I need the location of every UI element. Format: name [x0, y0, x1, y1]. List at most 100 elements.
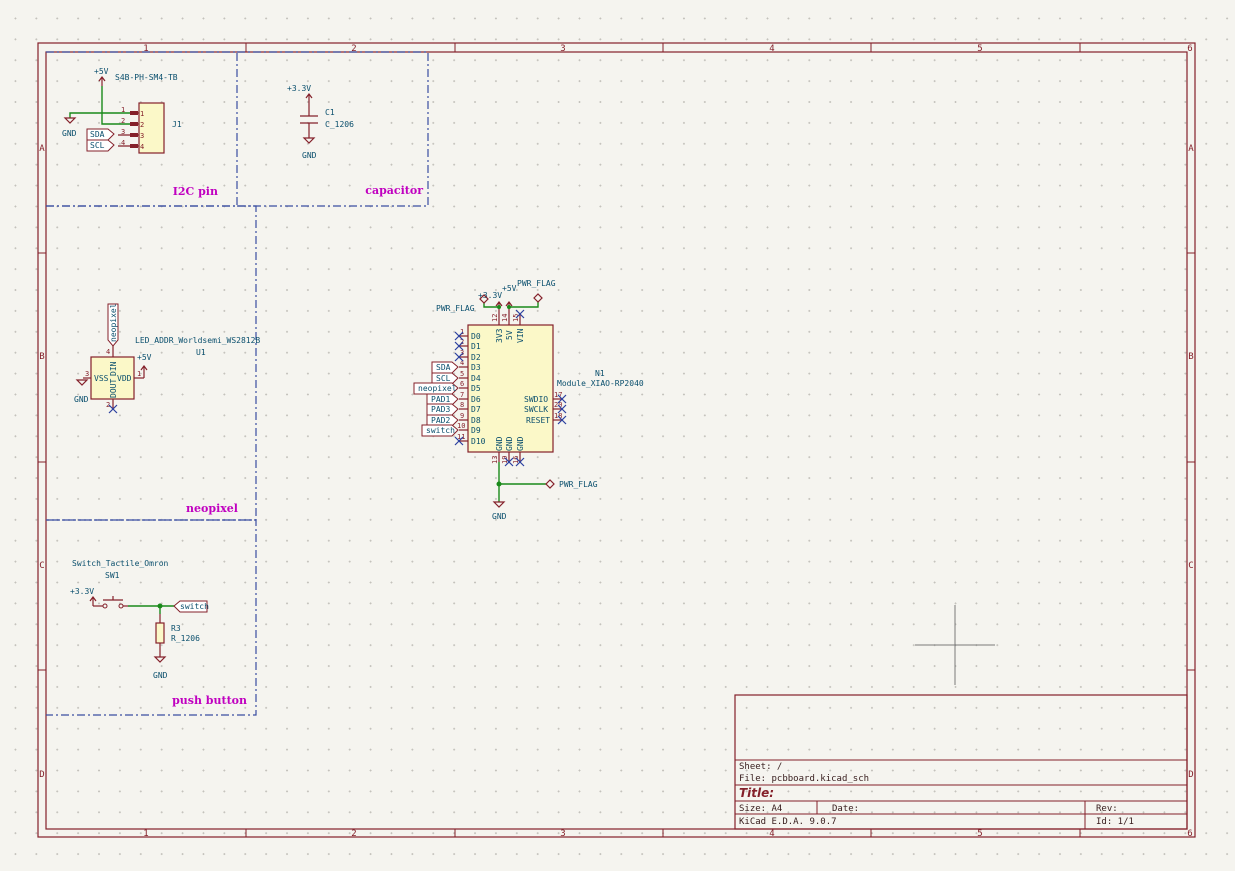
c1-power-label: +3.3V: [287, 84, 311, 93]
wire-j1-5v[interactable]: [101, 86, 130, 125]
svg-text:switch: switch: [180, 602, 209, 611]
power-3v3-n1[interactable]: +3.3V: [478, 291, 503, 314]
gnd-symbol-n1: [492, 501, 506, 508]
n1-pin-12: 12: [491, 314, 499, 322]
j1-pad-1: 1: [140, 110, 144, 118]
j1-pin-2: 2: [121, 117, 125, 125]
power-5v-n1[interactable]: +5V: [502, 284, 517, 314]
j1-pin-1: 1: [121, 106, 125, 114]
u1-value: LED_ADDR_Worldsemi_WS2812B: [135, 336, 260, 345]
connector-j1[interactable]: S4B-PH-SM4-TB J1 +5V GND 1 2 3 4 1 2 3 4…: [62, 67, 182, 154]
n1-pin-d2: D2: [471, 353, 481, 362]
label-neopixel-u1[interactable]: neopixel: [107, 303, 119, 347]
tb-date: Date:: [832, 804, 859, 814]
u1-power-label: +5V: [137, 353, 152, 362]
tb-rev: Rev:: [1096, 804, 1118, 814]
n1-pin-vin: VIN: [516, 328, 525, 343]
schematic-sheet[interactable]: 1 2 3 4 5 6 1 2 3 4 5 6 A B C D A B C D: [0, 0, 1235, 871]
label-pad3-n1[interactable]: PAD3: [426, 403, 459, 416]
svg-text:switch: switch: [426, 426, 455, 435]
capacitor-c1[interactable]: +3.3V GND C1 C_1206: [287, 84, 354, 160]
n1-pnum-10: 10: [457, 422, 465, 430]
n1-pwrflag-bottom-label: PWR_FLAG: [559, 480, 598, 489]
tb-tool: KiCad E.D.A. 9.0.7: [739, 817, 837, 827]
note-capacitor: capacitor: [365, 184, 423, 197]
j1-value: S4B-PH-SM4-TB: [115, 73, 178, 82]
n1-value: Module_XIAO-RP2040: [557, 379, 644, 388]
j1-pad-3: 3: [140, 132, 144, 140]
sw1-value: Switch_Tactile_Omron: [72, 559, 169, 568]
row-ref-C: C: [39, 561, 44, 571]
n1-pnum-13: 13: [491, 456, 499, 464]
n1-pin-d5: D5: [471, 384, 481, 393]
label-switch-sw1[interactable]: switch: [173, 600, 209, 613]
j1-ref: J1: [172, 120, 182, 129]
capacitor-group-box[interactable]: [237, 51, 429, 207]
schematic-canvas[interactable]: 1 2 3 4 5 6 1 2 3 4 5 6 A B C D A B C D: [0, 0, 1235, 871]
note-i2c-pin: I2C pin: [173, 185, 218, 198]
row-ref-C-right: C: [1188, 561, 1193, 571]
n1-pin-14: 14: [501, 314, 509, 322]
tb-sheet: Sheet: /: [739, 762, 782, 772]
switch-sw1[interactable]: Switch_Tactile_Omron SW1 +3.3V switch: [70, 559, 209, 613]
neopixel-group-box[interactable]: [46, 205, 257, 521]
u1-vdd-label: VDD: [117, 374, 132, 383]
svg-text:neopixel: neopixel: [418, 384, 457, 393]
n1-ref: N1: [595, 369, 605, 378]
note-push-button: push button: [172, 694, 247, 707]
power-3v3-c1[interactable]: +3.3V: [287, 84, 313, 104]
gnd-symbol-c1: [302, 137, 316, 144]
col-ref-4: 4: [769, 44, 774, 54]
row-ref-B: B: [39, 352, 44, 362]
pwr-flag-bottom-symbol: [545, 479, 555, 489]
label-scl-j1[interactable]: SCL: [86, 139, 115, 152]
n1-pnum-5: 5: [460, 370, 464, 378]
n1-pnum-9: 9: [460, 412, 464, 420]
row-ref-right: A B C D: [1187, 144, 1195, 780]
n1-pin-d7: D7: [471, 405, 481, 414]
svg-text:PAD3: PAD3: [431, 405, 450, 414]
n1-pin-swclk: SWCLK: [524, 405, 548, 414]
label-sda-j1[interactable]: SDA: [86, 128, 115, 141]
outer-border: [37, 42, 1196, 838]
n1-pnum-6: 6: [460, 380, 464, 388]
row-ref-D-right: D: [1188, 770, 1193, 780]
n1-power-33-label: +3.3V: [478, 291, 502, 300]
r3-value: R_1206: [171, 634, 200, 643]
row-ref-left: A B C D: [38, 144, 46, 780]
svg-text:SCL: SCL: [90, 141, 105, 150]
resistor-r3[interactable]: GND R3 R_1206: [153, 606, 200, 680]
sw1-ref: SW1: [105, 571, 120, 580]
row-ref-A: A: [39, 144, 45, 154]
module-n1[interactable]: N1 Module_XIAO-RP2040 12 14 15 3V3 5V VI…: [413, 279, 644, 521]
tb-file: File: pcbboard.kicad_sch: [739, 774, 869, 784]
r3-gnd-label: GND: [153, 671, 168, 680]
gnd-symbol-r3: [153, 656, 167, 663]
n1-pin-d1: D1: [471, 342, 481, 351]
label-sda-n1[interactable]: SDA: [431, 361, 459, 374]
j1-power-label: +5V: [94, 67, 109, 76]
row-ref-A-right: A: [1188, 144, 1194, 154]
label-pad2-n1[interactable]: PAD2: [426, 414, 459, 427]
label-neopixel-n1[interactable]: neopixel: [413, 382, 459, 395]
j1-gnd-label: GND: [62, 129, 77, 138]
led-u1[interactable]: neopixel 4 LED_ADDR_Worldsemi_WS2812B U1…: [74, 303, 260, 414]
label-scl-n1[interactable]: SCL: [431, 372, 459, 385]
n1-pin-3v3: 3V3: [495, 328, 504, 343]
n1-pin-5v: 5V: [505, 330, 514, 340]
col-ref-5-bottom: 5: [977, 829, 982, 839]
label-pad1-n1[interactable]: PAD1: [426, 393, 459, 406]
push-button-group-box[interactable]: [46, 519, 257, 716]
power-5v-j1[interactable]: +5V: [94, 67, 109, 86]
tb-size: Size: A4: [739, 804, 782, 814]
c1-value: C_1206: [325, 120, 354, 129]
col-ref-3-bottom: 3: [560, 829, 565, 839]
col-ref-5: 5: [977, 44, 982, 54]
n1-pin-gnd-2: GND: [505, 436, 514, 451]
n1-pin-d3: D3: [471, 363, 481, 372]
power-3v3-sw1[interactable]: +3.3V: [70, 587, 97, 606]
n1-body: [467, 324, 554, 453]
title-block[interactable]: Sheet: / File: pcbboard.kicad_sch Title:…: [734, 694, 1188, 830]
crosshair-cursor: [915, 605, 995, 685]
label-switch-n1[interactable]: switch: [421, 424, 459, 437]
